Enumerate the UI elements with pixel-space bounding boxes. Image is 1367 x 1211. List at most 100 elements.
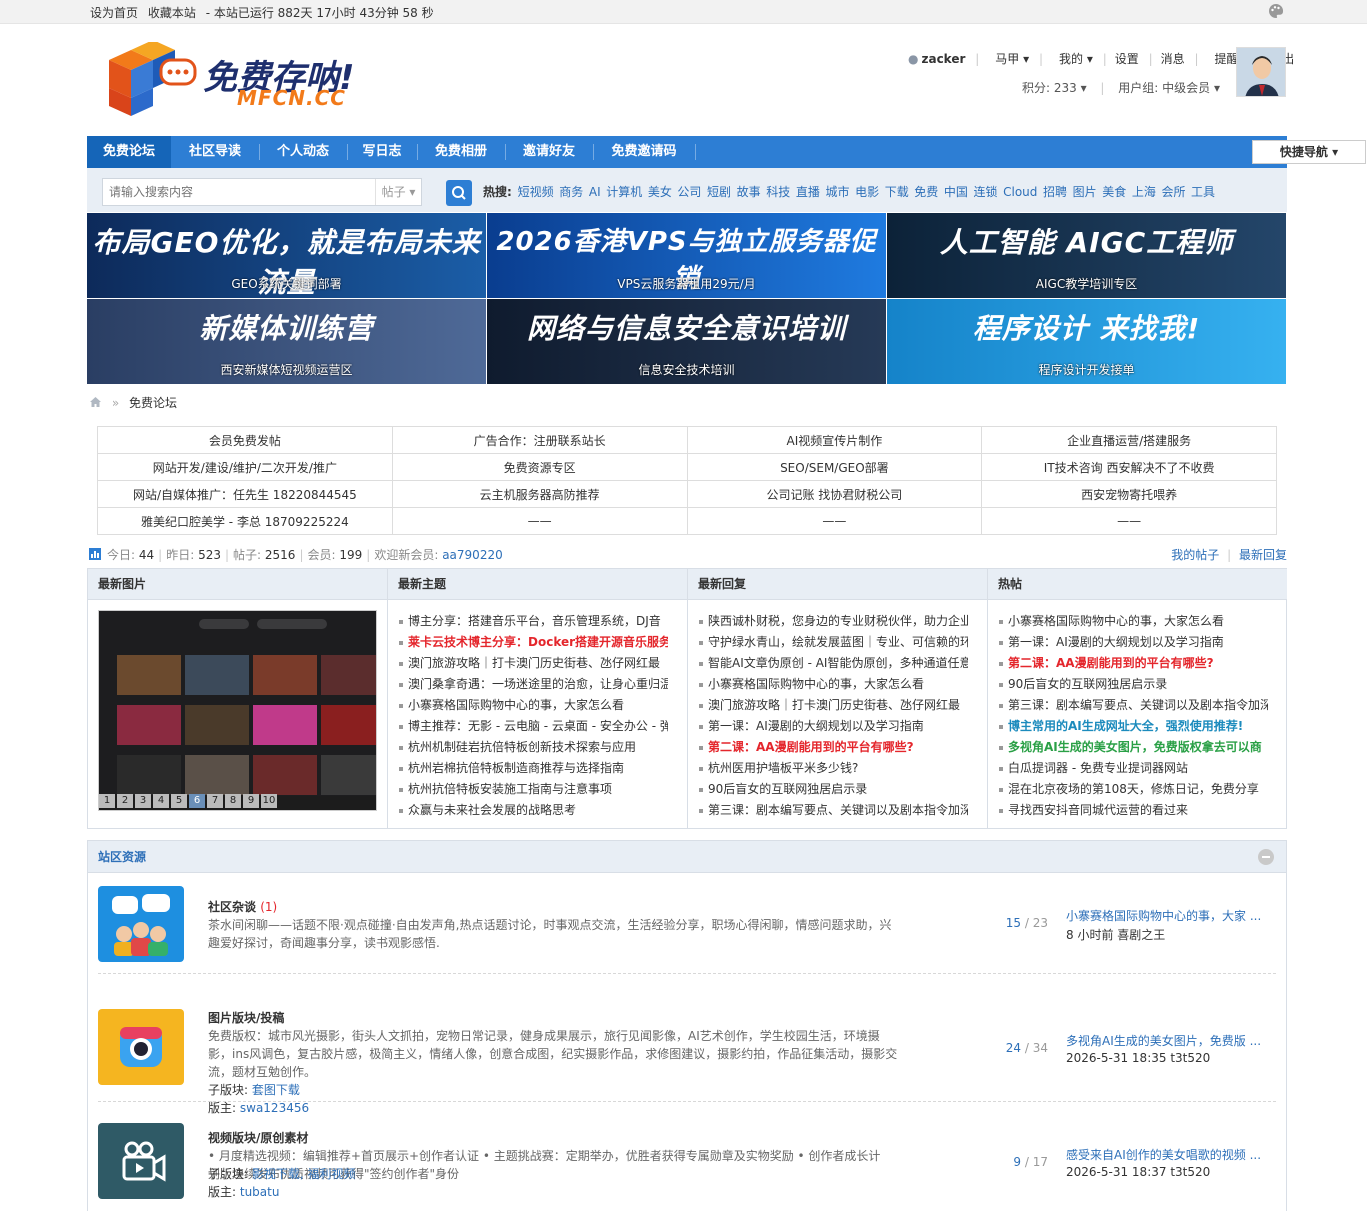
usergroup-menu[interactable]: 用户组: 中级会员 ▾ <box>1118 81 1220 95</box>
image-slider[interactable]: 1 2 3 4 5 6 7 8 9 10 <box>98 610 377 811</box>
thread-link[interactable]: 小寨赛格国际购物中心的事，大家怎么看 <box>998 611 1268 632</box>
thread-link[interactable]: 90后盲女的互联网独居启示录 <box>698 779 968 800</box>
hot-word-link[interactable]: 商务 <box>559 185 583 199</box>
slider-page-button[interactable]: 7 <box>207 794 223 808</box>
thread-link[interactable]: 莱卡云技术博主分享：Docker搭建开源音乐服务 <box>398 632 668 653</box>
username-link[interactable]: zacker <box>921 52 965 66</box>
thread-link[interactable]: 众赢与未来社会发展的战略思考 <box>398 800 668 821</box>
thread-link[interactable]: 第一课：AI漫剧的大纲规划以及学习指南 <box>998 632 1268 653</box>
ad-link[interactable]: 西安宠物寄托喂养 <box>981 480 1277 508</box>
slider-page-button[interactable]: 1 <box>99 794 115 808</box>
thread-link[interactable]: 澳门桑拿奇遇：一场迷途里的治愈，让身心重归温 <box>398 674 668 695</box>
ad-link[interactable]: 企业直播运营/搭建服务 <box>981 426 1277 454</box>
thread-link[interactable]: 博主分享：搭建音乐平台，音乐管理系统，DJ音 <box>398 611 668 632</box>
slider-page-button[interactable]: 3 <box>135 794 151 808</box>
ad-link[interactable]: 雅美纪口腔美学 - 李总 18709225224 <box>97 507 393 535</box>
board-title[interactable]: 图片版块/投稿 <box>208 1009 284 1026</box>
thread-link[interactable]: 杭州岩棉抗倍特板制造商推荐与选择指南 <box>398 758 668 779</box>
community-chat-icon[interactable] <box>98 886 184 962</box>
thread-link[interactable]: 杭州抗倍特板安装施工指南与注意事项 <box>398 779 668 800</box>
menu-messages[interactable]: 消息 <box>1161 52 1185 66</box>
ad-link[interactable]: 网站开发/建设/维护/二次开发/推广 <box>97 453 393 481</box>
hot-word-link[interactable]: 科技 <box>766 185 790 199</box>
slider-page-button[interactable]: 9 <box>243 794 259 808</box>
home-icon[interactable] <box>89 396 102 408</box>
hot-word-link[interactable]: 会所 <box>1161 185 1185 199</box>
slider-page-button[interactable]: 8 <box>225 794 241 808</box>
ad-link[interactable]: 公司记账 找协君财税公司 <box>686 480 983 508</box>
hot-word-link[interactable]: 连锁 <box>974 185 998 199</box>
hot-word-link[interactable]: 故事 <box>737 185 761 199</box>
board-title[interactable]: 视频版块/原创素材 <box>208 1129 308 1146</box>
thread-link[interactable]: 第三课：剧本编写要点、关键词以及剧本指令加深 <box>698 800 968 821</box>
hot-word-link[interactable]: 图片 <box>1073 185 1097 199</box>
banner-ad[interactable]: 2026香港VPS与独立服务器促销 VPS云服务器租用29元/月 <box>487 213 886 298</box>
thread-link[interactable]: 多视角AI生成的美女图片，免费版权拿去可以商 <box>998 737 1268 758</box>
hot-word-link[interactable]: 免费 <box>914 185 938 199</box>
thread-link[interactable]: 陕西诚朴财税，您身边的专业财税伙伴，助力企业 <box>698 611 968 632</box>
camera-icon[interactable] <box>98 1009 184 1085</box>
thread-link[interactable]: 澳门旅游攻略｜打卡澳门历史街巷、氹仔网红最 <box>698 695 968 716</box>
banner-ad[interactable]: 网络与信息安全意识培训 信息安全技术培训 <box>487 299 886 384</box>
nav-album[interactable]: 免费相册 <box>419 136 503 168</box>
hot-word-link[interactable]: 美女 <box>648 185 672 199</box>
thread-link[interactable]: 第二课：AA漫剧能用到的平台有哪些? <box>998 653 1268 674</box>
video-camera-icon[interactable] <box>98 1123 184 1199</box>
slider-image[interactable] <box>99 611 377 796</box>
menu-settings[interactable]: 设置 <box>1115 52 1139 66</box>
slider-page-button[interactable]: 2 <box>117 794 133 808</box>
slider-page-button[interactable]: 4 <box>153 794 169 808</box>
nav-invite-code[interactable]: 免费邀请码 <box>595 136 693 168</box>
hot-word-link[interactable]: 中国 <box>944 185 968 199</box>
collapse-icon[interactable] <box>1258 849 1274 865</box>
slider-page-button[interactable]: 6 <box>189 794 205 808</box>
thread-link[interactable]: 白瓜提词器 - 免费专业提词器网站 <box>998 758 1268 779</box>
avatar[interactable] <box>1236 47 1286 97</box>
thread-link[interactable]: 守护绿水青山，绘就发展蓝图｜专业、可信赖的环 <box>698 632 968 653</box>
ad-link[interactable]: 云主机服务器高防推荐 <box>391 480 688 508</box>
hot-word-link[interactable]: AI <box>589 185 601 199</box>
site-logo[interactable]: 免费存呐! MFCN.CC <box>103 40 383 118</box>
ad-link[interactable]: SEO/SEM/GEO部署 <box>686 453 983 481</box>
my-posts-link[interactable]: 我的帖子 <box>1171 548 1219 562</box>
ad-link[interactable]: 免费资源专区 <box>391 453 688 481</box>
hot-word-link[interactable]: 美食 <box>1102 185 1126 199</box>
thread-link[interactable]: 博主常用的AI生成网址大全，强烈使用推荐! <box>998 716 1268 737</box>
hot-word-link[interactable]: 计算机 <box>606 185 642 199</box>
hot-word-link[interactable]: 公司 <box>677 185 701 199</box>
slider-page-button[interactable]: 10 <box>261 794 277 808</box>
thread-link[interactable]: 杭州机制硅岩抗倍特板创新技术探索与应用 <box>398 737 668 758</box>
menu-majia[interactable]: 马甲 ▾ <box>987 52 1029 66</box>
hot-word-link[interactable]: 城市 <box>825 185 849 199</box>
nav-free-forum[interactable]: 免费论坛 <box>87 136 171 168</box>
hot-word-link[interactable]: 下载 <box>885 185 909 199</box>
hot-word-link[interactable]: 电影 <box>855 185 879 199</box>
search-input[interactable] <box>103 179 373 205</box>
banner-ad[interactable]: 程序设计 来找我! 程序设计开发接单 <box>887 299 1286 384</box>
nav-blog[interactable]: 写日志 <box>349 136 415 168</box>
nav-invite[interactable]: 邀请好友 <box>507 136 591 168</box>
thread-link[interactable]: 小寨赛格国际购物中心的事，大家怎么看 <box>398 695 668 716</box>
points-menu[interactable]: 积分: 233 ▾ <box>1022 81 1087 95</box>
banner-ad[interactable]: 布局GEO优化，就是布局未来流量 GEO系统关键词部署 <box>87 213 486 298</box>
hot-word-link[interactable]: 短视频 <box>518 185 554 199</box>
search-button[interactable] <box>446 180 472 206</box>
moderator-link[interactable]: tubatu <box>240 1185 280 1199</box>
thread-link[interactable]: 第一课：AI漫剧的大纲规划以及学习指南 <box>698 716 968 737</box>
ad-link[interactable]: 广告合作：注册联系站长 <box>391 426 688 454</box>
last-post-link[interactable]: 多视角AI生成的美女图片，免费版 ... <box>1066 1032 1266 1049</box>
thread-link[interactable]: 澳门旅游攻略｜打卡澳门历史街巷、氹仔网红最 <box>398 653 668 674</box>
new-member-link[interactable]: aa790220 <box>442 548 503 562</box>
moderator-link[interactable]: swa123456 <box>240 1101 309 1115</box>
thread-link[interactable]: 杭州医用护墙板平米多少钱? <box>698 758 968 779</box>
board-title[interactable]: 社区杂谈 (1) <box>208 898 277 915</box>
bookmark-link[interactable]: 收藏本站 <box>148 6 196 20</box>
nav-guide[interactable]: 社区导读 <box>173 136 257 168</box>
thread-link[interactable]: 第二课：AA漫剧能用到的平台有哪些? <box>698 737 968 758</box>
thread-link[interactable]: 混在北京夜场的第108天，修炼日记，免费分享 <box>998 779 1268 800</box>
hot-word-link[interactable]: 工具 <box>1191 185 1215 199</box>
menu-mine[interactable]: 我的 ▾ <box>1051 52 1093 66</box>
thread-link[interactable]: 博主推荐：无影 - 云电脑 - 云桌面 - 安全办公 - 弹 <box>398 716 668 737</box>
breadcrumb-current[interactable]: 免费论坛 <box>129 396 177 410</box>
subforum-link[interactable]: 套图下载 <box>252 1083 300 1097</box>
